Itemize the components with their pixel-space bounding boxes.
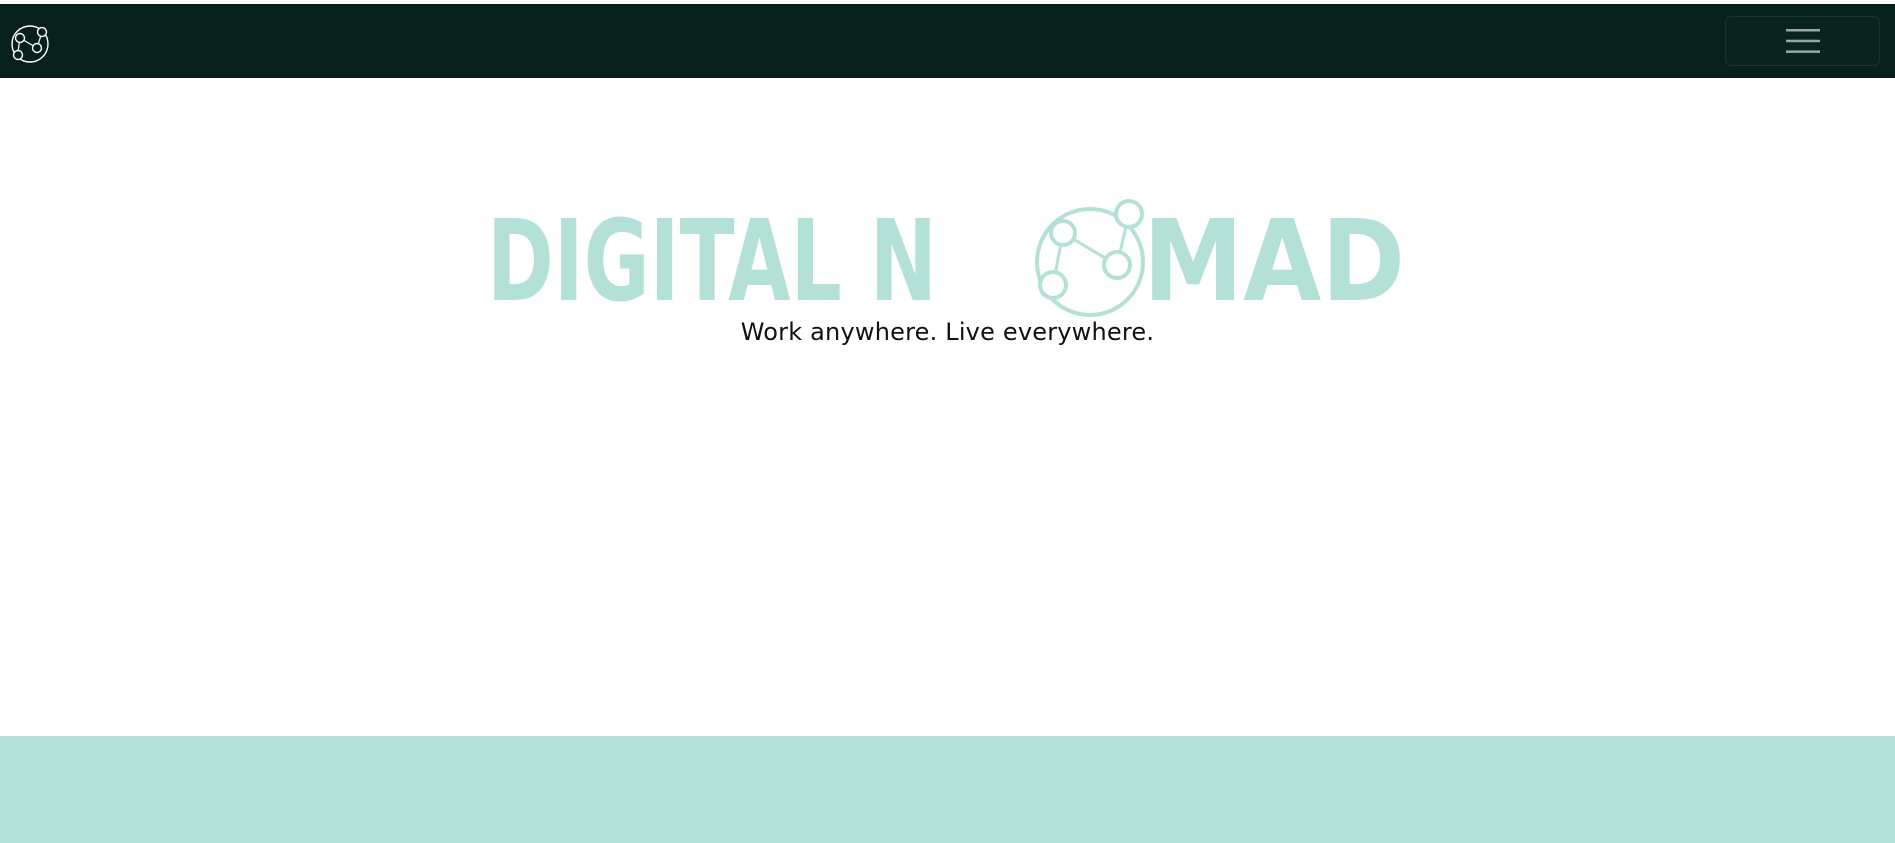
logo-title-right: MAD: [1143, 197, 1405, 320]
hero-section: DIGITAL N MAD Work anywhere. Live everyw…: [0, 78, 1895, 736]
brand-logo-link[interactable]: [10, 24, 50, 64]
accent-band: [0, 736, 1895, 843]
network-globe-icon: [1035, 199, 1145, 317]
logo-title-left: DIGITAL N: [487, 197, 937, 320]
hamburger-menu-icon: [1785, 29, 1820, 53]
hero-tagline: Work anywhere. Live everywhere.: [740, 318, 1155, 346]
menu-toggle-button[interactable]: [1725, 16, 1880, 66]
network-globe-icon: [11, 25, 49, 63]
navbar: [0, 4, 1895, 78]
digital-nomad-logo: DIGITAL N MAD: [487, 197, 1405, 320]
